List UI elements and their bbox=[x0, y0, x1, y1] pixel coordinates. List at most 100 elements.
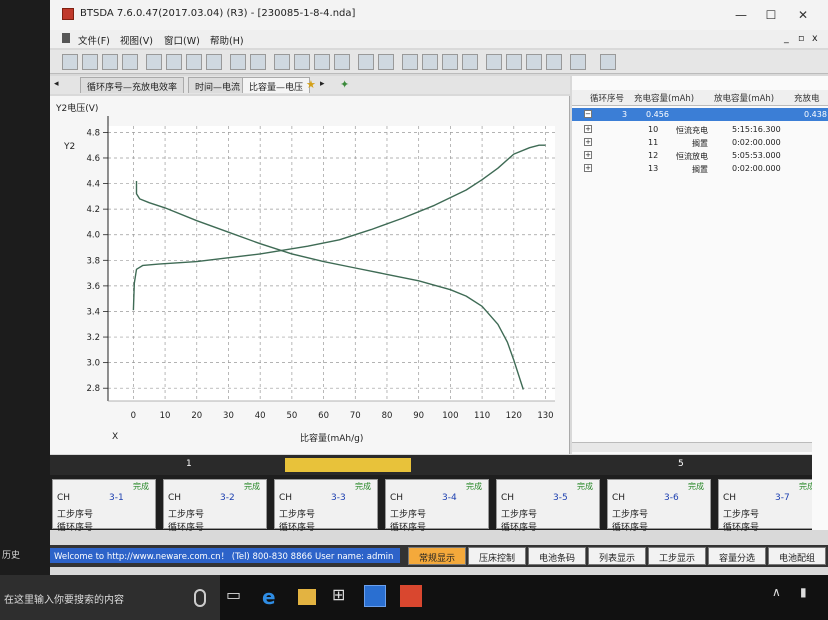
y-tick-label: 3.2 bbox=[86, 333, 100, 343]
expand-icon[interactable]: + bbox=[584, 125, 592, 133]
tab-time-current[interactable]: 时间—电流 bbox=[188, 77, 248, 93]
chart-settings-icon[interactable] bbox=[600, 54, 616, 70]
info-icon[interactable] bbox=[334, 54, 350, 70]
x-tick-label: 30 bbox=[223, 411, 234, 421]
grid-step-row[interactable]: + 11 搁置 0:02:00.000 bbox=[572, 136, 828, 149]
task-view-icon[interactable]: ▭ bbox=[226, 585, 250, 609]
pin-icon[interactable] bbox=[422, 54, 438, 70]
undo-icon[interactable] bbox=[186, 54, 202, 70]
print-icon[interactable] bbox=[314, 54, 330, 70]
taskbar-search-box[interactable]: 在这里输入你要搜索的内容 bbox=[0, 575, 220, 620]
open-folder-icon[interactable] bbox=[274, 54, 290, 70]
inner-minimize-button[interactable]: _ bbox=[784, 33, 789, 44]
star-icon[interactable]: ★ bbox=[306, 78, 316, 91]
history-label[interactable]: 历史 bbox=[2, 548, 20, 561]
channel-step-label: 工步序号 bbox=[279, 510, 316, 520]
add-chart-icon[interactable]: ✦ bbox=[340, 78, 349, 91]
layout-icon[interactable] bbox=[166, 54, 182, 70]
inner-restore-button[interactable]: ▫ bbox=[798, 33, 804, 44]
tab-nav-left-button[interactable]: ◂ bbox=[54, 79, 59, 89]
marker-icon[interactable] bbox=[442, 54, 458, 70]
zoom-tool-icon[interactable] bbox=[102, 54, 118, 70]
magnify-icon[interactable] bbox=[122, 54, 138, 70]
redo-icon[interactable] bbox=[206, 54, 222, 70]
maximize-button[interactable]: ☐ bbox=[760, 4, 782, 26]
menu-view[interactable]: 视图(V) bbox=[120, 33, 153, 47]
header-charge-discharge[interactable]: 充放电 bbox=[794, 92, 820, 104]
compact-view-icon[interactable] bbox=[546, 54, 562, 70]
channel-card[interactable]: 完成 CH 3-6 工步序号 循环序号 bbox=[607, 479, 711, 533]
store-icon[interactable]: ⊞ bbox=[332, 585, 356, 609]
channel-ch-label: CH bbox=[723, 493, 737, 503]
scroll-thumb[interactable] bbox=[285, 458, 411, 472]
detail-view-icon[interactable] bbox=[506, 54, 522, 70]
channel-card[interactable]: 完成 CH 3-2 工步序号 循环序号 bbox=[163, 479, 267, 533]
tab-cycle-efficiency[interactable]: 循环序号—充放电效率 bbox=[80, 77, 185, 93]
header-discharge-capacity[interactable]: 放电容量(mAh) bbox=[714, 92, 774, 104]
minimize-button[interactable]: — bbox=[730, 4, 752, 26]
channel-card[interactable]: 完成 CH 3-5 工步序号 循环序号 bbox=[496, 479, 600, 533]
header-cycle-no[interactable]: 循环序号 bbox=[590, 92, 624, 104]
capacity-voltage-chart[interactable]: Y2电压(V) Y2 比容量(mAh/g) X 0 10 20 30 40 50 60 70 8… bbox=[50, 96, 570, 454]
grid-summary-row[interactable]: − 3 0.456 0.438 bbox=[572, 108, 828, 121]
step-type: 搁置 bbox=[692, 139, 708, 148]
expand-icon[interactable]: + bbox=[584, 164, 592, 172]
collapse-icon[interactable]: − bbox=[584, 110, 592, 118]
expand-icon[interactable]: + bbox=[584, 151, 592, 159]
grid-step-row[interactable]: + 13 搁置 0:02:00.000 bbox=[572, 162, 828, 175]
channel-cycle-label: 循环序号 bbox=[390, 523, 427, 533]
language-icon[interactable] bbox=[402, 54, 418, 70]
channel-status: 完成 bbox=[577, 482, 593, 491]
previous-icon[interactable] bbox=[358, 54, 374, 70]
hand-tool-icon[interactable] bbox=[62, 54, 78, 70]
battery-tester-app-icon[interactable] bbox=[400, 585, 422, 607]
grid-step-row[interactable]: + 12 恒流放电 5:05:53.000 bbox=[572, 149, 828, 162]
step-no: 13 bbox=[648, 164, 659, 173]
next-icon[interactable] bbox=[378, 54, 394, 70]
btsda-app-icon[interactable] bbox=[364, 585, 386, 607]
menu-window[interactable]: 窗口(W) bbox=[164, 33, 200, 47]
line-tool-icon[interactable] bbox=[230, 54, 246, 70]
step-time: 5:05:53.000 bbox=[732, 151, 781, 160]
filter-icon[interactable] bbox=[250, 54, 266, 70]
microphone-icon[interactable] bbox=[194, 589, 206, 607]
table-view-icon[interactable] bbox=[526, 54, 542, 70]
channel-card[interactable]: 完成 CH 3-4 工步序号 循环序号 bbox=[385, 479, 489, 533]
capacity-sorting-button[interactable]: 容量分选 bbox=[708, 547, 766, 565]
file-explorer-icon[interactable] bbox=[298, 589, 316, 605]
network-icon[interactable]: ▮ bbox=[800, 585, 824, 609]
normal-display-button[interactable]: 常规显示 bbox=[408, 547, 466, 565]
export-excel-icon[interactable] bbox=[570, 54, 586, 70]
y-tick-label: 4.2 bbox=[86, 205, 100, 215]
tab-nav-right-button[interactable]: ▸ bbox=[320, 79, 325, 89]
grid-horizontal-scrollbar[interactable] bbox=[572, 442, 828, 452]
channel-scrollbar[interactable]: 1 5 bbox=[50, 455, 828, 475]
grid-icon[interactable] bbox=[146, 54, 162, 70]
list-display-button[interactable]: 列表显示 bbox=[588, 547, 646, 565]
header-charge-capacity[interactable]: 充电容量(mAh) bbox=[634, 92, 694, 104]
tray-expand-icon[interactable]: ∧ bbox=[772, 585, 796, 609]
tab-capacity-voltage[interactable]: 比容量—电压 bbox=[242, 77, 311, 93]
channel-id: 3-2 bbox=[220, 493, 235, 503]
menu-help[interactable]: 帮助(H) bbox=[210, 33, 244, 47]
battery-matching-button[interactable]: 电池配组 bbox=[768, 547, 826, 565]
press-control-button[interactable]: 压床控制 bbox=[468, 547, 526, 565]
menu-file[interactable]: 文件(F) bbox=[78, 33, 110, 47]
grid-step-row[interactable]: + 10 恒流充电 5:15:16.300 bbox=[572, 123, 828, 136]
expand-icon[interactable]: + bbox=[584, 138, 592, 146]
channel-card[interactable]: 完成 CH 3-3 工步序号 循环序号 bbox=[274, 479, 378, 533]
list-view-icon[interactable] bbox=[486, 54, 502, 70]
inner-close-button[interactable]: x bbox=[812, 33, 818, 44]
close-button[interactable]: ✕ bbox=[792, 4, 814, 26]
battery-barcode-button[interactable]: 电池条码 bbox=[528, 547, 586, 565]
settings-icon[interactable] bbox=[462, 54, 478, 70]
channel-card[interactable]: 完成 CH 3-7 工步序号 循环序号 bbox=[718, 479, 822, 533]
app-window: BTSDA 7.6.0.47(2017.03.04) (R3) - [23008… bbox=[50, 0, 828, 575]
pointer-tool-icon[interactable] bbox=[82, 54, 98, 70]
channel-card[interactable]: 完成 CH 3-1 工步序号 循环序号 bbox=[52, 479, 156, 533]
edge-browser-icon[interactable]: e bbox=[262, 585, 286, 609]
save-icon[interactable] bbox=[294, 54, 310, 70]
step-display-button[interactable]: 工步显示 bbox=[648, 547, 706, 565]
chart-panel: Y2电压(V) Y2 比容量(mAh/g) X 0 10 20 30 40 50 60 70 8… bbox=[50, 96, 570, 454]
data-grid-panel: 循环序号 充电容量(mAh) 放电容量(mAh) 充放电 − 3 0.456 0… bbox=[572, 76, 828, 454]
